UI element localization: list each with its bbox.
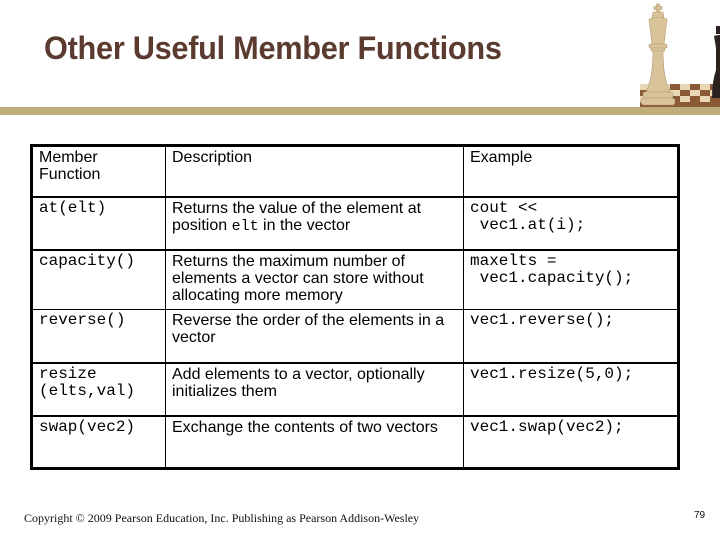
function-example: cout << vec1.at(i);	[463, 195, 679, 250]
title-divider-bar	[0, 107, 720, 115]
function-name: swap(vec2)	[31, 414, 166, 469]
table-row: at(elt) Returns the value of the element…	[31, 195, 679, 250]
function-example: maxelts = vec1.capacity();	[463, 248, 679, 310]
header-description: Description	[165, 145, 464, 197]
function-description: Returns the value of the element at posi…	[165, 195, 464, 250]
page-number: 79	[694, 510, 706, 521]
copyright-footer: Copyright © 2009 Pearson Education, Inc.…	[24, 511, 420, 525]
function-name: reverse()	[31, 309, 166, 363]
function-example: vec1.swap(vec2);	[463, 414, 679, 469]
description-code: elt	[231, 217, 259, 235]
dark-king-piece	[712, 26, 720, 98]
function-description: Add elements to a vector, optionally ini…	[165, 361, 464, 416]
member-functions-table: Member Function Description Example at(e…	[30, 144, 680, 470]
chess-king-icon	[640, 3, 720, 107]
function-name: capacity()	[31, 248, 166, 310]
description-text: in the vector	[258, 216, 351, 234]
header-example: Example	[463, 145, 679, 197]
function-example: vec1.reverse();	[463, 309, 679, 363]
function-name: at(elt)	[31, 195, 166, 250]
function-example: vec1.resize(5,0);	[463, 361, 679, 416]
table-row: capacity() Returns the maximum number of…	[31, 248, 679, 310]
table-header-row: Member Function Description Example	[31, 145, 679, 197]
table-row: resize (elts,val) Add elements to a vect…	[31, 361, 679, 416]
function-description: Reverse the order of the elements in a v…	[165, 309, 464, 363]
function-description: Returns the maximum number of elements a…	[165, 248, 464, 310]
table-row: reverse() Reverse the order of the eleme…	[31, 309, 679, 363]
slide-title: Other Useful Member Functions	[44, 30, 502, 66]
table-row: swap(vec2) Exchange the contents of two …	[31, 414, 679, 469]
function-name: resize (elts,val)	[31, 361, 166, 416]
header-member-function: Member Function	[31, 145, 166, 197]
function-description: Exchange the contents of two vectors	[165, 414, 464, 469]
